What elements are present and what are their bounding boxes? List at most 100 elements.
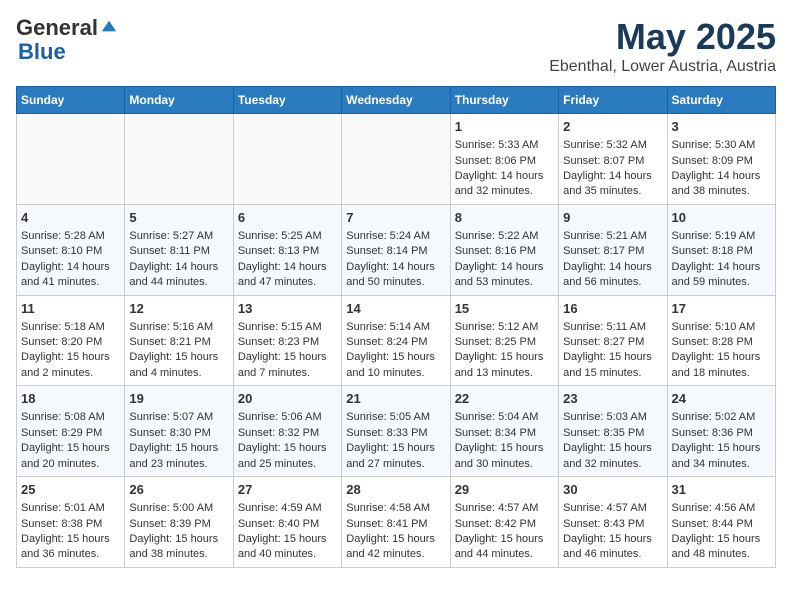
day-number: 14 xyxy=(346,300,445,318)
day-number: 28 xyxy=(346,481,445,499)
day-number: 20 xyxy=(238,390,337,408)
day-info-line: Sunset: 8:38 PM xyxy=(21,517,120,532)
day-info-line: and 53 minutes. xyxy=(455,275,554,290)
calendar-cell: 17Sunrise: 5:10 AMSunset: 8:28 PMDayligh… xyxy=(667,295,775,386)
day-info-line: Daylight: 15 hours xyxy=(21,350,120,365)
day-info-line: and 7 minutes. xyxy=(238,366,337,381)
calendar-week-5: 25Sunrise: 5:01 AMSunset: 8:38 PMDayligh… xyxy=(17,477,776,568)
day-number: 29 xyxy=(455,481,554,499)
day-info-line: Sunrise: 5:15 AM xyxy=(238,320,337,335)
day-number: 23 xyxy=(563,390,662,408)
day-number: 10 xyxy=(672,209,771,227)
day-number: 27 xyxy=(238,481,337,499)
day-info-line: Sunset: 8:07 PM xyxy=(563,154,662,169)
logo-blue-text: Blue xyxy=(18,39,66,64)
day-info-line: and 40 minutes. xyxy=(238,547,337,562)
day-number: 17 xyxy=(672,300,771,318)
day-number: 1 xyxy=(455,118,554,136)
calendar-cell xyxy=(17,114,125,205)
day-info-line: Sunrise: 5:05 AM xyxy=(346,410,445,425)
day-info-line: Sunrise: 5:14 AM xyxy=(346,320,445,335)
day-number: 2 xyxy=(563,118,662,136)
calendar-cell: 23Sunrise: 5:03 AMSunset: 8:35 PMDayligh… xyxy=(559,386,667,477)
day-info-line: Daylight: 14 hours xyxy=(238,260,337,275)
calendar-cell: 27Sunrise: 4:59 AMSunset: 8:40 PMDayligh… xyxy=(233,477,341,568)
day-info-line: Sunset: 8:28 PM xyxy=(672,335,771,350)
calendar-cell: 11Sunrise: 5:18 AMSunset: 8:20 PMDayligh… xyxy=(17,295,125,386)
calendar-cell: 7Sunrise: 5:24 AMSunset: 8:14 PMDaylight… xyxy=(342,204,450,295)
calendar-header-row: SundayMondayTuesdayWednesdayThursdayFrid… xyxy=(17,87,776,114)
day-info-line: Sunset: 8:39 PM xyxy=(129,517,228,532)
day-info-line: Daylight: 15 hours xyxy=(21,532,120,547)
day-info-line: Sunrise: 5:18 AM xyxy=(21,320,120,335)
day-number: 31 xyxy=(672,481,771,499)
day-info-line: Daylight: 14 hours xyxy=(672,260,771,275)
calendar-cell: 25Sunrise: 5:01 AMSunset: 8:38 PMDayligh… xyxy=(17,477,125,568)
calendar-cell xyxy=(125,114,233,205)
day-info-line: Sunrise: 5:03 AM xyxy=(563,410,662,425)
day-info-line: and 23 minutes. xyxy=(129,457,228,472)
calendar-cell: 3Sunrise: 5:30 AMSunset: 8:09 PMDaylight… xyxy=(667,114,775,205)
calendar-week-2: 4Sunrise: 5:28 AMSunset: 8:10 PMDaylight… xyxy=(17,204,776,295)
day-info-line: Daylight: 15 hours xyxy=(455,441,554,456)
calendar-cell: 31Sunrise: 4:56 AMSunset: 8:44 PMDayligh… xyxy=(667,477,775,568)
day-info-line: and 32 minutes. xyxy=(455,184,554,199)
calendar-cell: 15Sunrise: 5:12 AMSunset: 8:25 PMDayligh… xyxy=(450,295,558,386)
day-number: 3 xyxy=(672,118,771,136)
day-info-line: Daylight: 15 hours xyxy=(455,532,554,547)
day-info-line: Sunset: 8:27 PM xyxy=(563,335,662,350)
day-info-line: Daylight: 15 hours xyxy=(563,532,662,547)
day-info-line: and 30 minutes. xyxy=(455,457,554,472)
day-info-line: Daylight: 15 hours xyxy=(129,350,228,365)
day-info-line: Sunset: 8:30 PM xyxy=(129,426,228,441)
calendar-cell: 20Sunrise: 5:06 AMSunset: 8:32 PMDayligh… xyxy=(233,386,341,477)
day-info-line: and 44 minutes. xyxy=(129,275,228,290)
calendar-body: 1Sunrise: 5:33 AMSunset: 8:06 PMDaylight… xyxy=(17,114,776,568)
day-info-line: and 48 minutes. xyxy=(672,547,771,562)
day-info-line: Sunset: 8:14 PM xyxy=(346,244,445,259)
day-info-line: Sunrise: 5:06 AM xyxy=(238,410,337,425)
day-info-line: Sunset: 8:34 PM xyxy=(455,426,554,441)
column-header-monday: Monday xyxy=(125,87,233,114)
calendar-cell: 9Sunrise: 5:21 AMSunset: 8:17 PMDaylight… xyxy=(559,204,667,295)
day-number: 21 xyxy=(346,390,445,408)
calendar-cell: 16Sunrise: 5:11 AMSunset: 8:27 PMDayligh… xyxy=(559,295,667,386)
day-info-line: Daylight: 15 hours xyxy=(672,441,771,456)
day-info-line: and 2 minutes. xyxy=(21,366,120,381)
calendar-cell: 28Sunrise: 4:58 AMSunset: 8:41 PMDayligh… xyxy=(342,477,450,568)
day-info-line: Sunrise: 4:57 AM xyxy=(563,501,662,516)
calendar-cell: 24Sunrise: 5:02 AMSunset: 8:36 PMDayligh… xyxy=(667,386,775,477)
day-number: 4 xyxy=(21,209,120,227)
day-info-line: Sunset: 8:20 PM xyxy=(21,335,120,350)
logo: General Blue xyxy=(16,16,118,64)
day-number: 15 xyxy=(455,300,554,318)
day-info-line: Sunset: 8:25 PM xyxy=(455,335,554,350)
day-info-line: Sunset: 8:06 PM xyxy=(455,154,554,169)
day-info-line: Sunrise: 5:02 AM xyxy=(672,410,771,425)
day-info-line: Daylight: 15 hours xyxy=(238,441,337,456)
day-number: 13 xyxy=(238,300,337,318)
page-header: General Blue May 2025 Ebenthal, Lower Au… xyxy=(16,16,776,76)
day-info-line: Sunrise: 5:28 AM xyxy=(21,229,120,244)
day-info-line: Sunrise: 4:56 AM xyxy=(672,501,771,516)
day-info-line: and 18 minutes. xyxy=(672,366,771,381)
column-header-thursday: Thursday xyxy=(450,87,558,114)
calendar-cell: 4Sunrise: 5:28 AMSunset: 8:10 PMDaylight… xyxy=(17,204,125,295)
calendar-table: SundayMondayTuesdayWednesdayThursdayFrid… xyxy=(16,86,776,568)
day-number: 24 xyxy=(672,390,771,408)
day-info-line: Sunrise: 5:11 AM xyxy=(563,320,662,335)
day-info-line: Sunrise: 4:59 AM xyxy=(238,501,337,516)
day-info-line: and 35 minutes. xyxy=(563,184,662,199)
day-info-line: Sunset: 8:23 PM xyxy=(238,335,337,350)
day-number: 16 xyxy=(563,300,662,318)
day-info-line: Daylight: 14 hours xyxy=(455,169,554,184)
day-info-line: Daylight: 15 hours xyxy=(129,441,228,456)
day-info-line: Daylight: 14 hours xyxy=(563,260,662,275)
calendar-cell: 1Sunrise: 5:33 AMSunset: 8:06 PMDaylight… xyxy=(450,114,558,205)
day-info-line: and 38 minutes. xyxy=(129,547,228,562)
day-info-line: Sunset: 8:11 PM xyxy=(129,244,228,259)
day-info-line: Sunrise: 5:32 AM xyxy=(563,138,662,153)
day-info-line: Daylight: 14 hours xyxy=(346,260,445,275)
day-info-line: Sunrise: 5:07 AM xyxy=(129,410,228,425)
day-info-line: Sunrise: 5:10 AM xyxy=(672,320,771,335)
